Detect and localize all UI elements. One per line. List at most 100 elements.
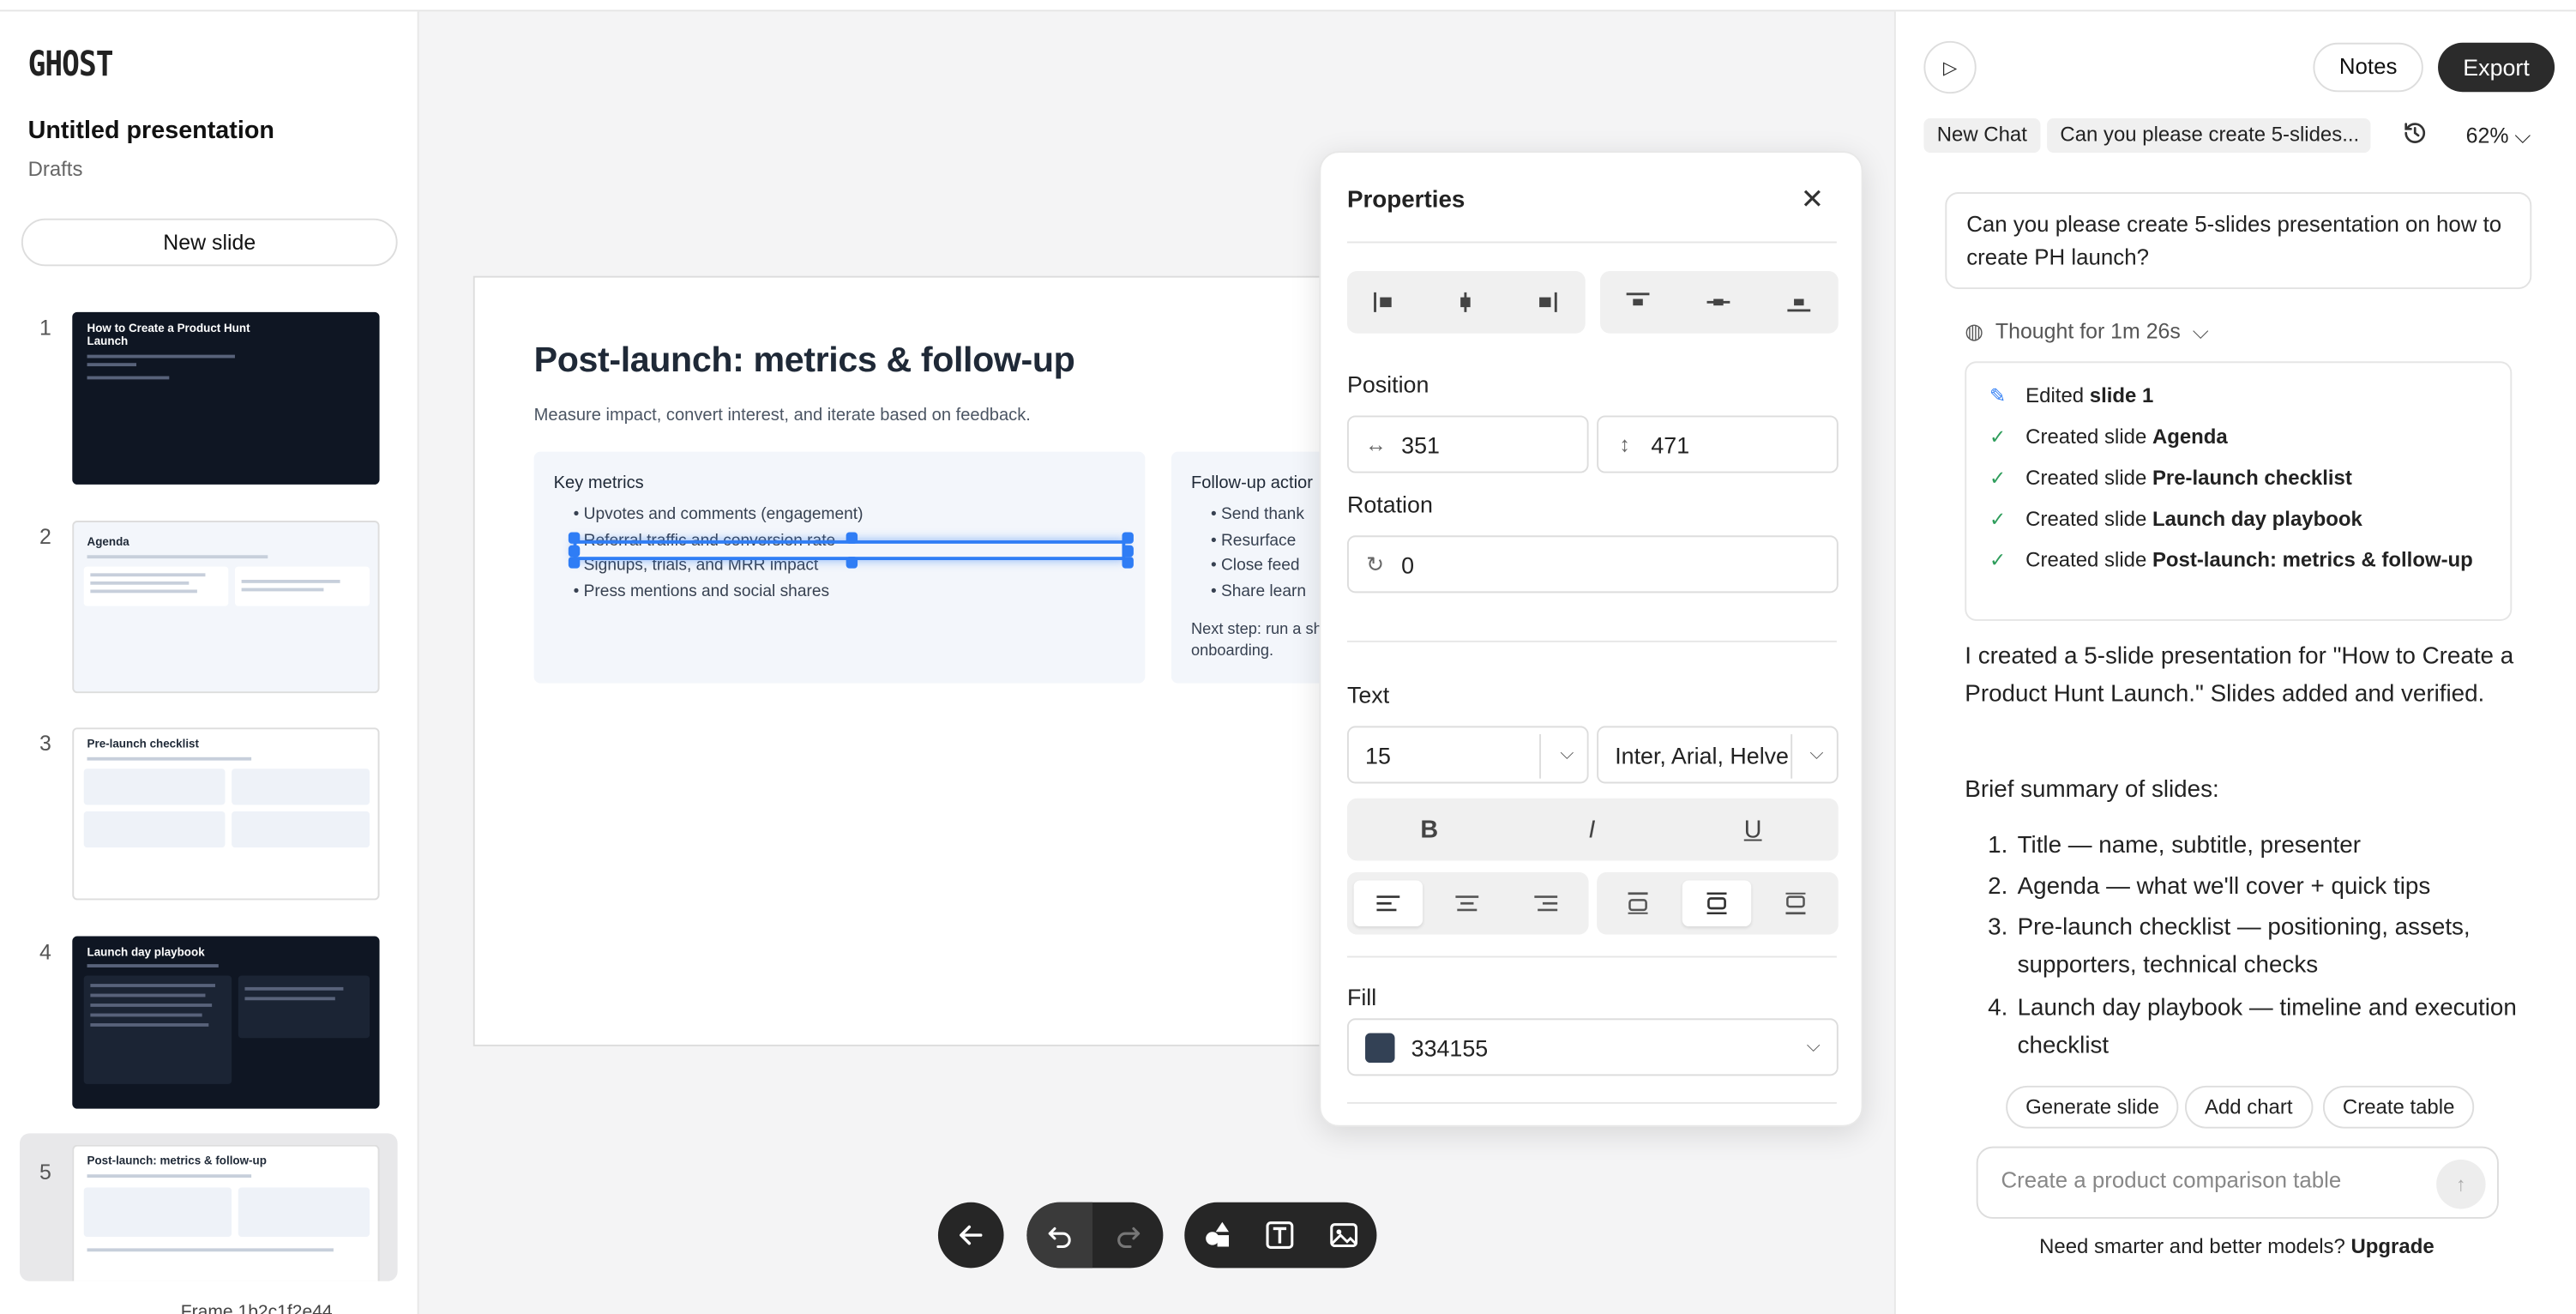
resize-handle[interactable] [568,545,581,558]
slide-thumbnail-2[interactable]: Agenda [72,521,380,694]
position-x-field[interactable]: ↔ 351 [1346,415,1589,473]
slide-thumbnail-row-selected[interactable]: 5 Post-launch: metrics & follow-up [0,1133,419,1314]
slide-thumbnail-4[interactable]: Launch day playbook [72,936,380,1109]
chevron-down-icon[interactable]: ⌵ [1560,744,1574,765]
slide-number: 3 [39,731,51,756]
summary-text: Launch day playbook — timeline and execu… [2017,995,2517,1060]
back-arrow-icon[interactable] [938,1202,1004,1269]
slide-title[interactable]: Post-launch: metrics & follow-up [534,340,1075,381]
fill-color-select[interactable]: 334155 ⌵ [1346,1018,1839,1076]
slide-thumbnail-row[interactable]: 1 How to Create a Product Hunt Launch [0,311,419,509]
presentation-title[interactable]: Untitled presentation [28,117,274,145]
slide-subtitle[interactable]: Measure impact, convert interest, and it… [534,406,1031,425]
thumbnail-line [87,354,235,359]
summary-heading: Brief summary of slides: [1965,776,2219,804]
play-icon[interactable]: ▷ [1923,40,1977,94]
slide-thumbnail-3[interactable]: Pre-launch checklist [72,727,380,901]
chat-input-box[interactable]: ↑ [1976,1146,2499,1219]
close-icon[interactable]: ✕ [1801,184,1824,216]
align-left-icon[interactable] [1351,280,1419,326]
presentation-folder: Drafts [27,157,83,181]
slide-thumbnail-row[interactable]: 4 Launch day playbook [0,936,419,1134]
resize-handle[interactable] [846,557,858,569]
thumbnail-line [241,579,340,583]
bullet-item[interactable]: • Resurface [1211,532,1296,550]
text-valign-top-icon[interactable] [1604,880,1672,926]
font-family-select[interactable]: Inter, Arial, Helve ⌵ [1597,726,1839,784]
text-valign-bottom-icon[interactable] [1761,880,1830,926]
history-icon[interactable] [2402,120,2429,153]
font-size-select[interactable]: 15 ⌵ [1346,726,1589,784]
redo-icon[interactable] [1096,1202,1162,1269]
user-message: Can you please create 5-slides presentat… [1945,192,2532,290]
text-align-center-icon[interactable] [1433,880,1502,926]
create-table-button[interactable]: Create table [2322,1085,2475,1129]
resize-handle[interactable] [1122,532,1134,544]
thought-toggle[interactable]: ◍ Thought for 1m 26s ⌵ [1965,319,2208,346]
rotation-label: Rotation [1346,491,1433,518]
export-button[interactable]: Export [2438,42,2555,93]
key-metrics-card[interactable]: Key metrics • Upvotes and comments (enga… [533,451,1146,684]
notes-button[interactable]: Notes [2313,42,2423,93]
bullet-item[interactable]: • Send thank [1211,506,1304,524]
bullet-item[interactable]: • Close feed [1211,557,1300,575]
bullet-item[interactable]: • Upvotes and comments (engagement) [574,506,864,524]
image-icon[interactable] [1311,1202,1377,1269]
resize-handle[interactable] [846,532,858,544]
thumbnail-line [244,986,344,991]
slide-thumbnail-row[interactable]: 2 Agenda [0,521,419,718]
chat-input[interactable] [2001,1167,2429,1193]
divider [1539,734,1542,779]
align-bottom-icon[interactable] [1765,280,1833,326]
summary-number: 1. [1988,832,2008,859]
slide-thumbnail-row[interactable]: 3 Pre-launch checklist [0,727,419,925]
text-align-right-icon[interactable] [1512,880,1580,926]
bullet-item[interactable]: • Press mentions and social shares [574,583,829,601]
font-family-value: Inter, Arial, Helve [1615,741,1789,769]
text-valign-middle-icon[interactable] [1682,880,1752,927]
add-chart-button[interactable]: Add chart [2185,1085,2313,1129]
chat-panel: ▷ Notes Export New Chat Can you please c… [1893,11,2576,1314]
italic-button[interactable]: I [1557,806,1626,853]
step-target: slide 1 [2089,384,2154,407]
thumbnail-line [90,581,190,585]
bullet-item[interactable]: • Share learn [1211,583,1306,601]
chevron-down-icon[interactable]: ⌵ [1810,744,1824,765]
zoom-select[interactable]: 62% ⌵ [2466,124,2531,150]
text-box-icon[interactable] [1247,1202,1313,1269]
align-center-h-icon[interactable] [1431,280,1500,326]
step-prefix: Created slide [2025,425,2152,449]
align-right-icon[interactable] [1512,280,1580,326]
send-arrow-icon[interactable]: ↑ [2436,1159,2486,1209]
resize-handle[interactable] [1122,545,1134,558]
chat-tab[interactable]: Can you please create 5-slides... [2047,118,2371,154]
text-align-left-icon[interactable] [1353,880,1423,927]
position-y-field[interactable]: ↕ 471 [1597,415,1839,473]
new-slide-button[interactable]: New slide [21,218,398,267]
text-style-group: B I U [1346,798,1839,861]
align-top-icon[interactable] [1604,280,1672,326]
fill-color-swatch[interactable] [1365,1032,1395,1063]
position-x-value: 351 [1401,431,1440,458]
upgrade-link[interactable]: Upgrade [2351,1235,2435,1258]
align-middle-icon[interactable] [1684,280,1753,326]
resize-handle[interactable] [568,532,581,544]
slide-number: 2 [39,523,51,549]
insert-toolbar [1184,1202,1377,1269]
rotation-field[interactable]: ↻ 0 [1346,535,1839,594]
new-chat-button[interactable]: New Chat [1923,118,2041,154]
upsell-banner: Need smarter and better models? Upgrade [1896,1235,2576,1258]
chevron-down-icon[interactable]: ⌵ [1807,1036,1821,1058]
generate-slide-button[interactable]: Generate slide [2006,1085,2179,1129]
resize-handle[interactable] [568,557,581,569]
slide-thumbnail-5[interactable]: Post-launch: metrics & follow-up [72,1144,380,1281]
shapes-icon[interactable] [1184,1202,1250,1269]
slide-thumbnail-1[interactable]: How to Create a Product Hunt Launch [72,311,380,485]
resize-handle[interactable] [1122,557,1134,569]
undo-icon[interactable] [1026,1202,1093,1269]
divider [1346,955,1837,958]
summary-text: Pre-launch checklist — positioning, asse… [2017,914,2471,979]
underline-button[interactable]: U [1718,806,1787,853]
thumbnail-title: Pre-launch checklist [87,738,199,751]
bold-button[interactable]: B [1395,806,1464,853]
